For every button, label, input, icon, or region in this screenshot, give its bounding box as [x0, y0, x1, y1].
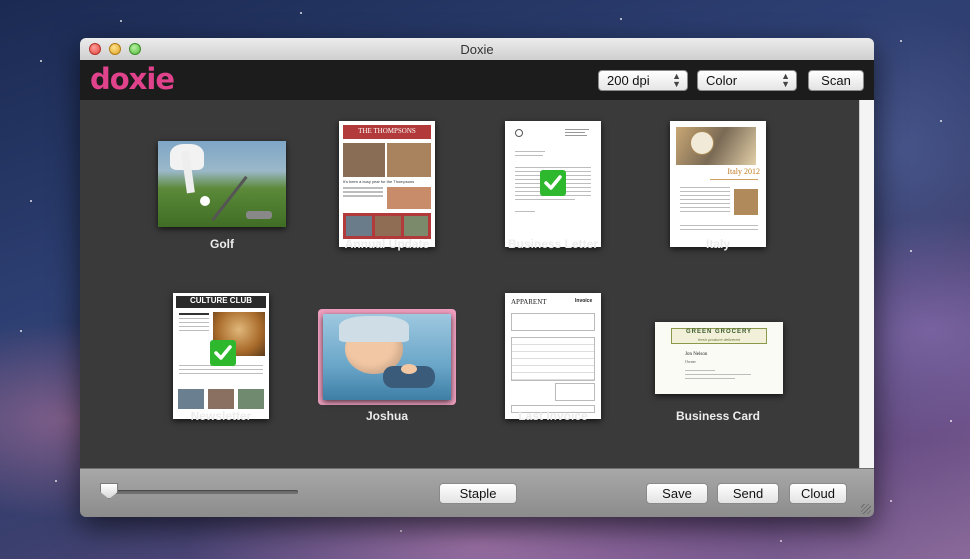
star [950, 420, 952, 422]
star [400, 530, 402, 532]
star [300, 12, 302, 14]
star [620, 18, 622, 20]
newsletter-thumbnail: CULTURE CLUB [173, 293, 269, 419]
star [780, 540, 782, 542]
title-bar[interactable]: Doxie [80, 38, 874, 61]
vertical-scrollbar[interactable] [859, 100, 874, 468]
business-card-thumbnail: GREEN GROCERY fresh produce delivered Jo… [655, 322, 783, 394]
star [900, 40, 902, 42]
star [20, 330, 22, 332]
checkmark-icon [540, 170, 566, 196]
joshua-thumbnail [323, 314, 451, 400]
star [55, 480, 57, 482]
resolution-value: 200 dpi [607, 73, 650, 88]
doxie-window: Doxie doxie 200 dpi ▲ ▼ Color ▲ ▼ Scan Gol… [80, 38, 874, 517]
document-label: Newsletter [190, 409, 252, 423]
document-label: Joshua [365, 409, 408, 423]
golf-thumbnail [158, 141, 286, 227]
card-person-role: Owner [685, 359, 696, 364]
newsletter-heading: CULTURE CLUB [189, 296, 253, 305]
invoice-title: Invoice [575, 298, 593, 304]
star [40, 60, 42, 62]
document-label: Italy [705, 237, 730, 251]
star [940, 120, 942, 122]
doxie-logo: doxie [90, 62, 175, 96]
document-label: Annual Update [344, 237, 430, 251]
zoom-slider-thumb[interactable] [100, 483, 118, 499]
invoice-company-heading: APPARENT [511, 298, 547, 306]
color-mode-select[interactable]: Color ▲ ▼ [697, 70, 797, 91]
document-label: Last Invoice [518, 409, 588, 423]
document-label: Business Card [675, 409, 761, 423]
card-person-name: Jon Nelson [685, 352, 708, 357]
cloud-button[interactable]: Cloud [789, 483, 847, 504]
stepper-arrows-icon: ▲ ▼ [672, 71, 681, 89]
card-tagline: fresh produce delivered [698, 337, 740, 342]
annual-update-subheading: It's been a busy year for the Thompsons [343, 179, 415, 184]
star [120, 20, 122, 22]
annual-update-thumbnail: THE THOMPSONS It's been a busy year for … [339, 121, 435, 247]
stepper-arrows-icon: ▲ ▼ [781, 71, 790, 89]
scan-button[interactable]: Scan [808, 70, 864, 91]
staple-button[interactable]: Staple [439, 483, 517, 504]
resize-grip-icon[interactable] [861, 504, 871, 514]
window-title: Doxie [460, 42, 494, 57]
star [910, 250, 912, 252]
toolbar: doxie 200 dpi ▲ ▼ Color ▲ ▼ Scan [80, 60, 874, 100]
document-label: Golf [210, 237, 234, 251]
card-company-name: GREEN GROCERY [685, 329, 753, 335]
bottom-bar: Staple Save Send Cloud [80, 468, 874, 517]
business-letter-thumbnail [505, 121, 601, 247]
last-invoice-thumbnail: APPARENT Invoice [505, 293, 601, 419]
star [890, 500, 892, 502]
zoom-slider-track[interactable] [108, 490, 298, 494]
checkmark-icon [210, 340, 236, 366]
star [30, 200, 32, 202]
color-mode-value: Color [706, 73, 738, 88]
annual-update-heading: THE THOMPSONS [358, 127, 416, 135]
document-label: Business Letter [507, 237, 599, 251]
resolution-select[interactable]: 200 dpi ▲ ▼ [598, 70, 688, 91]
scan-grid: Golf THE THOMPSONS It's been a busy year… [80, 100, 859, 468]
send-button[interactable]: Send [717, 483, 779, 504]
save-button[interactable]: Save [646, 483, 708, 504]
italy-thumbnail: Italy 2012 [670, 121, 766, 247]
italy-heading: Italy 2012 [727, 167, 760, 176]
